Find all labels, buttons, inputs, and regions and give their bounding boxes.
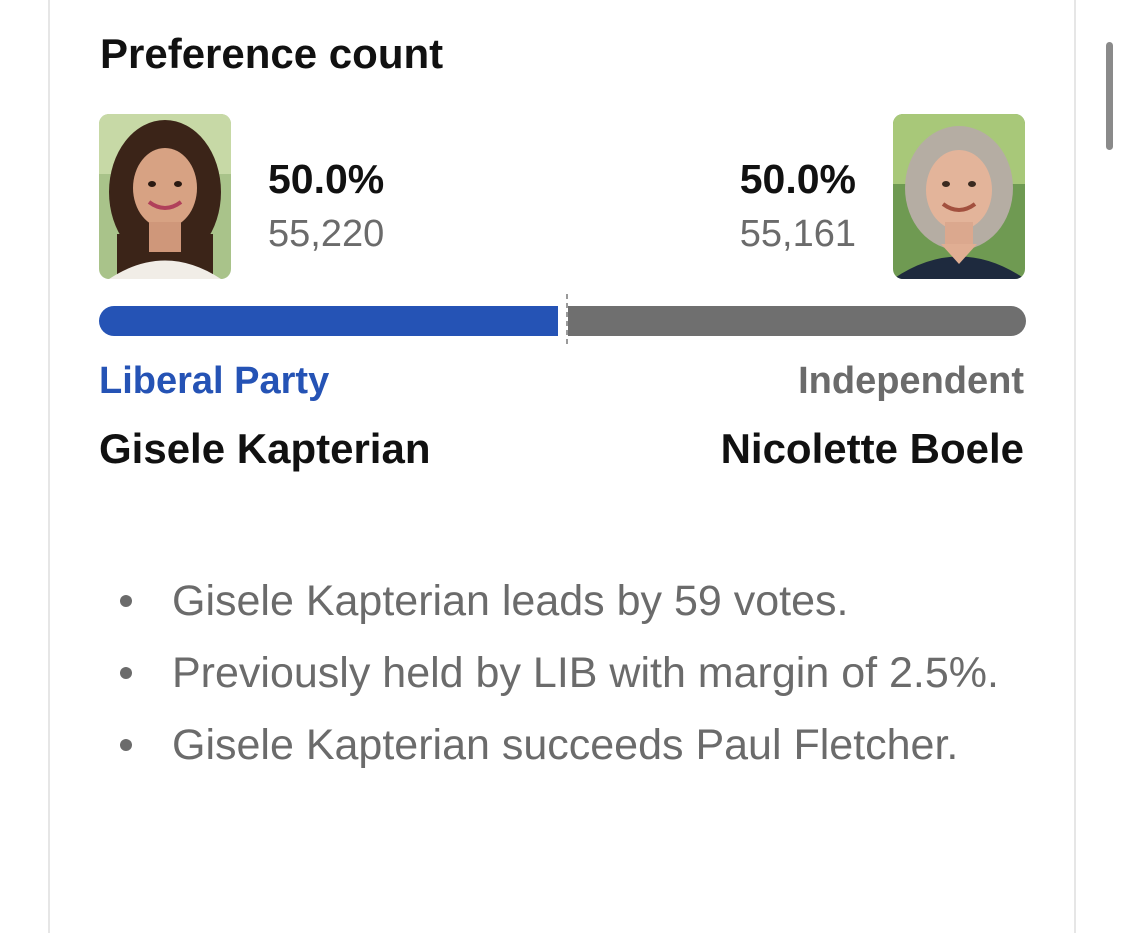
candidate-photo-left bbox=[99, 114, 231, 279]
right-candidate-name: Nicolette Boele bbox=[720, 425, 1024, 472]
card-right-border bbox=[1074, 0, 1076, 933]
right-candidate-votes: 55,161 bbox=[739, 213, 856, 255]
preference-bar-right-fill bbox=[568, 306, 1026, 336]
scrollbar-thumb[interactable] bbox=[1106, 42, 1113, 150]
majority-midline bbox=[566, 294, 568, 348]
candidate-photo-right bbox=[893, 114, 1025, 279]
left-candidate-party: Liberal Party bbox=[99, 360, 330, 402]
note-item: Gisele Kapterian succeeds Paul Fletcher. bbox=[120, 709, 1020, 781]
left-candidate-percent: 50.0% bbox=[268, 156, 385, 202]
right-candidate-percent: 50.0% bbox=[739, 156, 856, 202]
left-candidate-votes: 55,220 bbox=[268, 213, 385, 255]
note-item: Previously held by LIB with margin of 2.… bbox=[120, 637, 1020, 709]
preference-bar-left-fill bbox=[99, 306, 558, 336]
card-title: Preference count bbox=[100, 30, 444, 77]
preference-bar bbox=[99, 294, 1026, 348]
left-candidate-name: Gisele Kapterian bbox=[99, 425, 431, 472]
preference-count-card: Preference count 50.0% 55,220 50.0% 55,1… bbox=[50, 0, 1074, 933]
right-candidate-party: Independent bbox=[798, 360, 1024, 402]
result-notes: Gisele Kapterian leads by 59 votes. Prev… bbox=[120, 565, 1020, 781]
note-item: Gisele Kapterian leads by 59 votes. bbox=[120, 565, 1020, 637]
